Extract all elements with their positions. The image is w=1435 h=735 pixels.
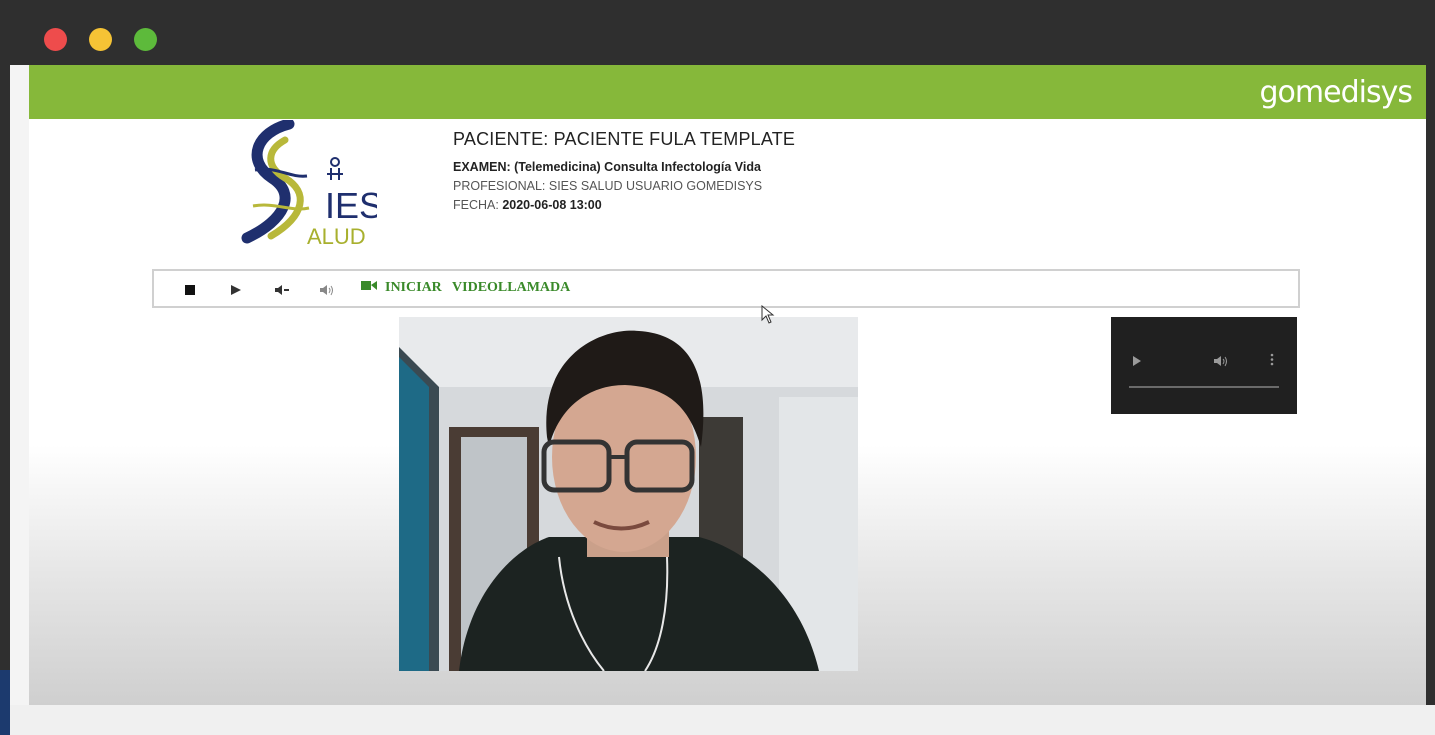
window-controls: [44, 28, 157, 51]
professional-label: PROFESIONAL: SIES SALUD USUARIO GOMEDISY…: [453, 179, 763, 193]
play-icon[interactable]: [231, 283, 242, 301]
logo-ies-text: IES: [325, 185, 377, 226]
minimize-window-button[interactable]: [89, 28, 112, 51]
stop-icon[interactable]: [185, 283, 196, 301]
close-window-button[interactable]: [44, 28, 67, 51]
volume-down-icon[interactable]: [275, 283, 289, 301]
video-camera-icon: [361, 280, 377, 296]
telemedicine-page: gomedisys IES ALUD PACIENTE: PACIENTE FU…: [29, 65, 1426, 705]
exam-label: EXAMEN: (Telemedicina) Consulta Infectol…: [453, 160, 761, 174]
media-controls-bar: INICIAR VIDEOLLAMADA: [152, 269, 1300, 308]
brand-logo-text: gomedisys: [1259, 75, 1413, 110]
patient-info: PACIENTE: PACIENTE FULA TEMPLATE EXAMEN:…: [453, 129, 795, 217]
maximize-window-button[interactable]: [134, 28, 157, 51]
window-right-border: [1426, 65, 1435, 705]
date-value: 2020-06-08 13:00: [502, 198, 602, 212]
more-options-icon[interactable]: [1270, 353, 1274, 371]
sies-logo-graphic: IES ALUD: [241, 118, 383, 249]
local-video-feed[interactable]: [399, 317, 858, 671]
mouse-cursor-icon: [761, 304, 777, 330]
logo-alud-text: ALUD: [307, 224, 366, 249]
sies-salud-logo: IES ALUD: [227, 118, 383, 250]
progress-track[interactable]: [1129, 386, 1279, 388]
video-frame: [399, 317, 858, 671]
window-titlebar: [0, 0, 1435, 65]
patient-name: PACIENTE: PACIENTE FULA TEMPLATE: [453, 129, 796, 149]
date-row: FECHA: 2020-06-08 13:00: [453, 198, 795, 212]
background-window-edge: [0, 670, 10, 735]
window-left-strip: [10, 65, 29, 705]
play-icon[interactable]: [1133, 354, 1142, 372]
start-videocall-label: INICIAR VIDEOLLAMADA: [385, 280, 571, 295]
app-header: gomedisys: [29, 65, 1426, 119]
date-label: FECHA:: [453, 198, 499, 212]
volume-up-icon[interactable]: [320, 283, 334, 301]
start-videocall-button[interactable]: INICIAR VIDEOLLAMADA: [361, 280, 570, 296]
volume-icon[interactable]: [1214, 354, 1230, 372]
remote-video-player[interactable]: [1111, 317, 1297, 414]
